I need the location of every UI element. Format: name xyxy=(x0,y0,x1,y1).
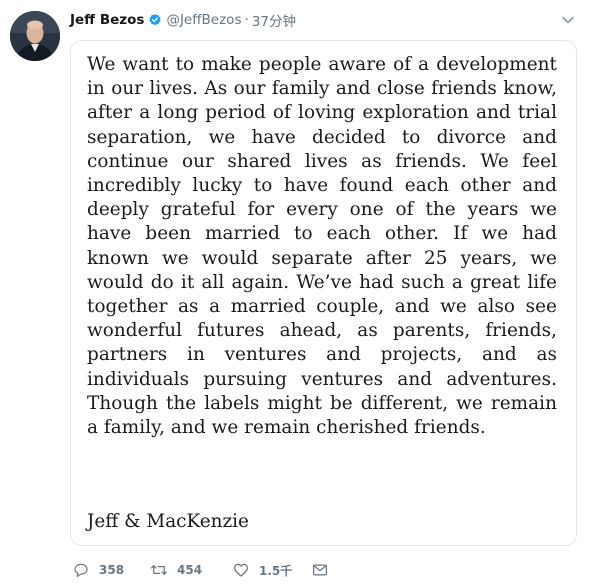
reply-button[interactable]: 358 xyxy=(72,558,124,582)
like-button[interactable]: 1.5千 xyxy=(232,558,292,582)
author-handle[interactable]: @JeffBezos xyxy=(166,12,241,28)
heart-icon xyxy=(234,563,248,577)
retweet-count: 454 xyxy=(177,563,203,577)
statement-text: We want to make people aware of a develo… xyxy=(87,54,557,439)
avatar[interactable] xyxy=(10,11,60,61)
tweet-header: Jeff Bezos @JeffBezos · 37分钟 xyxy=(70,10,296,30)
chevron-down-icon[interactable] xyxy=(561,13,575,27)
author-name[interactable]: Jeff Bezos xyxy=(70,12,144,28)
reply-bubble-icon xyxy=(74,563,88,577)
envelope-icon xyxy=(313,564,327,576)
tweet-actions: 358 454 1.5千 xyxy=(70,558,370,582)
avatar-portrait xyxy=(10,11,60,61)
verified-badge-icon xyxy=(149,13,162,26)
retweet-button[interactable]: 454 xyxy=(150,558,202,582)
direct-message-button[interactable] xyxy=(311,558,329,582)
like-count: 1.5千 xyxy=(259,563,293,578)
statement-image[interactable]: We want to make people aware of a develo… xyxy=(70,40,577,546)
reply-count: 358 xyxy=(99,563,125,577)
tweet-timestamp[interactable]: 37分钟 xyxy=(252,10,296,30)
tweet: Jeff Bezos @JeffBezos · 37分钟 We want to … xyxy=(0,0,591,588)
retweet-icon xyxy=(151,565,167,575)
statement-signature: Jeff & MacKenzie xyxy=(87,511,249,532)
separator-dot: · xyxy=(244,12,249,28)
